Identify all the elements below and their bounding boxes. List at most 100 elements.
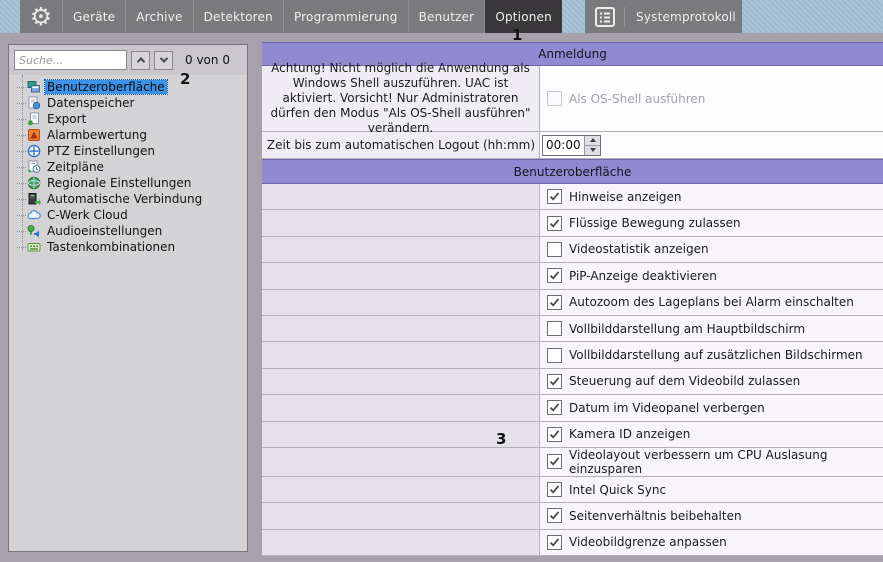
logout-label-cell: Zeit bis zum automatischen Logout (hh:mm… [262,132,540,158]
sidebar-item-label: Automatische Verbindung [45,192,204,206]
spinner-down-button[interactable] [585,145,600,155]
option-label: Steuerung auf dem Videobild zulassen [569,374,800,388]
chevron-down-icon [159,54,167,62]
option-row-right-cell: Videostatistik anzeigen [540,237,883,262]
checkbox-vollbilddarstellung-auf-zus-tzlichen-bildschirmen[interactable] [547,348,562,363]
option-row-left-cell [262,369,540,394]
cloud-icon [27,208,41,222]
option-row-left-cell [262,477,540,502]
system-log-icon [594,6,616,28]
option-label: Vollbilddarstellung auf zusätzlichen Bil… [569,348,863,362]
option-row-right-cell: Seitenverhältnis beibehalten [540,503,883,528]
option-row-intel-quick-sync: Intel Quick Sync [262,477,883,503]
search-next-button[interactable] [154,51,173,70]
spinner-value[interactable]: 00:00 [543,136,584,155]
sidebar-item-label: Alarmbewertung [45,128,149,142]
option-row-left-cell [262,316,540,341]
audio-icon [27,224,41,238]
checkbox-fl-ssige-bewegung-zulassen[interactable] [547,216,562,231]
option-row-left-cell [262,210,540,235]
sidebar-item-benutzeroberfl-che[interactable]: Benutzeroberfläche [9,79,247,95]
checkbox-intel-quick-sync[interactable] [547,482,562,497]
tab-detektoren[interactable]: Detektoren [193,0,283,33]
sidebar-item-automatische-verbindung[interactable]: Automatische Verbindung [9,191,247,207]
option-label: Vollbilddarstellung am Hauptbildschirm [569,322,805,336]
search-prev-button[interactable] [131,51,150,70]
logout-timeout-row: Zeit bis zum automatischen Logout (hh:mm… [262,132,883,159]
sidebar-item-label: Tastenkombinationen [45,240,177,254]
option-row-left-cell [262,395,540,420]
os-shell-row: Achtung! Nicht möglich die Anwendung als… [262,66,883,132]
sidebar-item-label: Zeitpläne [45,160,106,174]
option-row-vollbilddarstellung-auf-zus-tzlichen-bildschirmen: Vollbilddarstellung auf zusätzlichen Bil… [262,342,883,368]
sidebar-item-zeitpl-ne[interactable]: Zeitpläne [9,159,247,175]
option-row-right-cell: Vollbilddarstellung am Hauptbildschirm [540,316,883,341]
option-label: Videolayout verbessern um CPU Auslasung … [569,448,883,476]
tab-benutzer[interactable]: Benutzer [408,0,485,33]
option-row-left-cell [262,448,540,476]
sidebar-item-alarmbewertung[interactable]: Alarmbewertung [9,127,247,143]
checkbox-datum-im-videopanel-verbergen[interactable] [547,400,562,415]
options-panel: Anmeldung Achtung! Nicht möglich die Anw… [262,42,883,556]
option-row-right-cell: PiP-Anzeige deaktivieren [540,263,883,288]
checkbox-seitenverh-ltnis-beibehalten[interactable] [547,508,562,523]
option-row-right-cell: Autozoom des Lageplans bei Alarm einscha… [540,290,883,315]
sidebar-item-audioeinstellungen[interactable]: Audioeinstellungen [9,223,247,239]
tab-programmierung[interactable]: Programmierung [283,0,408,33]
checkbox-hinweise-anzeigen[interactable] [547,189,562,204]
application-window: ⚙ GeräteArchiveDetektorenProgrammierungB… [0,0,883,562]
tab-ger-te[interactable]: Geräte [62,0,125,33]
checkbox-steuerung-auf-dem-videobild-zulassen[interactable] [547,374,562,389]
spinner-up-button[interactable] [585,136,600,145]
sidebar-item-datenspeicher[interactable]: Datenspeicher [9,95,247,111]
os-shell-checkbox[interactable] [547,91,562,106]
option-row-left-cell [262,237,540,262]
option-label: Videostatistik anzeigen [569,242,709,256]
settings-menu-button[interactable]: ⚙ [20,0,62,33]
globe-icon [27,176,41,190]
option-label: Videobildgrenze anpassen [569,535,727,549]
option-label: Flüssige Bewegung zulassen [569,216,741,230]
option-row-vollbilddarstellung-am-hauptbildschirm: Vollbilddarstellung am Hauptbildschirm [262,316,883,342]
option-row-videostatistik-anzeigen: Videostatistik anzeigen [262,237,883,263]
checkbox-kamera-id-anzeigen[interactable] [547,427,562,442]
checkbox-videolayout-verbessern-um-cpu-auslasung-einzusparen[interactable] [547,454,562,469]
tab-optionen[interactable]: Optionen [484,0,562,33]
checkbox-vollbilddarstellung-am-hauptbildschirm[interactable] [547,321,562,336]
option-row-datum-im-videopanel-verbergen: Datum im Videopanel verbergen [262,395,883,421]
option-row-left-cell [262,184,540,209]
checkbox-pip-anzeige-deaktivieren[interactable] [547,268,562,283]
sidebar-item-tastenkombinationen[interactable]: Tastenkombinationen [9,239,247,255]
logout-value-cell: 00:00 [540,132,883,158]
ui-panels-icon [27,80,41,94]
option-row-fl-ssige-bewegung-zulassen: Flüssige Bewegung zulassen [262,210,883,236]
option-row-kamera-id-anzeigen: Kamera ID anzeigen [262,422,883,448]
search-input[interactable] [14,50,127,70]
option-label: Seitenverhältnis beibehalten [569,509,742,523]
tab-archive[interactable]: Archive [125,0,192,33]
sidebar-item-ptz-einstellungen[interactable]: PTZ Einstellungen [9,143,247,159]
sidebar-search-row: 0 von 0 [9,45,247,75]
option-label: PiP-Anzeige deaktivieren [569,269,717,283]
system-log-button[interactable]: Systemprotokoll [585,0,742,33]
section-header-benutzeroberflaeche: Benutzeroberfläche [262,159,883,184]
option-label: Autozoom des Lageplans bei Alarm einscha… [569,295,854,309]
checkbox-autozoom-des-lageplans-bei-alarm-einschalten[interactable] [547,295,562,310]
option-row-right-cell: Intel Quick Sync [540,477,883,502]
checkbox-videobildgrenze-anpassen[interactable] [547,535,562,550]
sidebar-item-export[interactable]: Export [9,111,247,127]
checkbox-videostatistik-anzeigen[interactable] [547,242,562,257]
option-row-steuerung-auf-dem-videobild-zulassen: Steuerung auf dem Videobild zulassen [262,369,883,395]
option-row-pip-anzeige-deaktivieren: PiP-Anzeige deaktivieren [262,263,883,289]
option-row-left-cell [262,263,540,288]
logout-spinner: 00:00 [542,135,601,156]
sidebar-item-c-werk-cloud[interactable]: C-Werk Cloud [9,207,247,223]
option-row-right-cell: Vollbilddarstellung auf zusätzlichen Bil… [540,342,883,367]
option-row-autozoom-des-lageplans-bei-alarm-einschalten: Autozoom des Lageplans bei Alarm einscha… [262,290,883,316]
sidebar-item-label: Audioeinstellungen [45,224,164,238]
settings-tree: BenutzeroberflächeDatenspeicherExportAla… [9,75,247,255]
autoconnect-icon [27,192,41,206]
sidebar-item-regionale-einstellungen[interactable]: Regionale Einstellungen [9,175,247,191]
spinner-buttons [584,136,600,155]
annotation-2: 2 [180,70,190,88]
